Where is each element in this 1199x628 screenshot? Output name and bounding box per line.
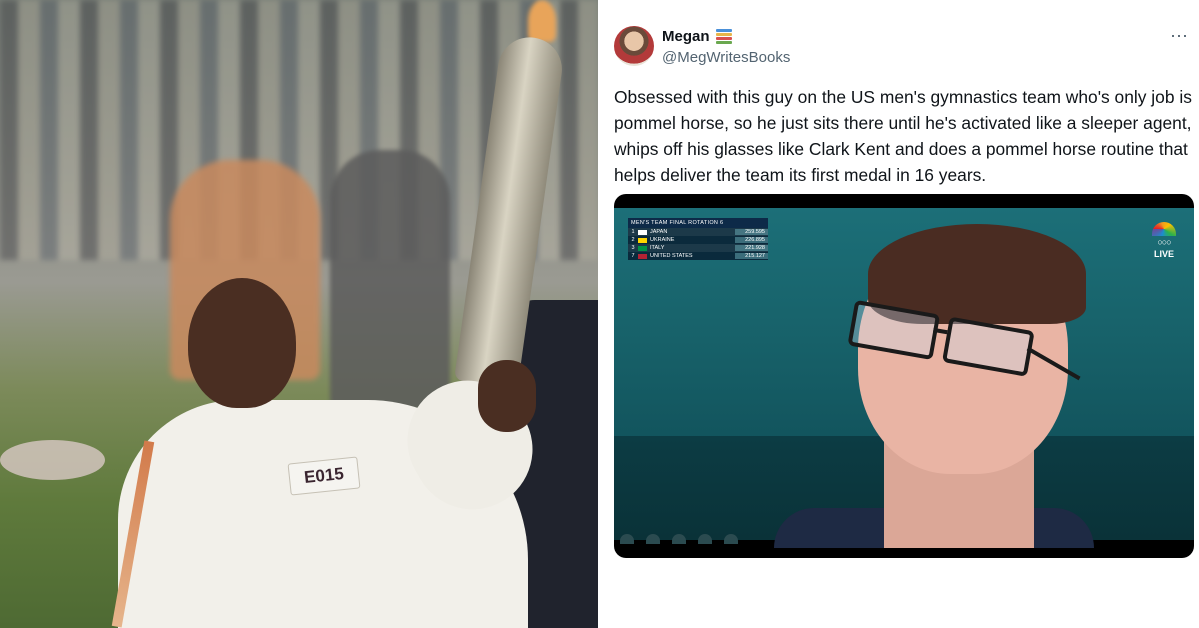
author-row: Megan (662, 28, 732, 45)
scoreboard-row: 7 UNITED STATES 215.127 (628, 252, 768, 260)
flag-icon (638, 237, 647, 243)
scoreboard-rank: 2 (631, 237, 635, 243)
scoreboard-rank: 7 (631, 253, 635, 259)
scoreboard-team: JAPAN (650, 229, 668, 235)
live-label: LIVE (1153, 249, 1174, 259)
tweet-media[interactable]: MEN'S TEAM FINAL ROTATION 6 1 JAPAN 259.59… (614, 194, 1194, 558)
torch-flame (528, 0, 556, 42)
scoreboard-row: 1 JAPAN 259.595 (628, 228, 768, 236)
scoreboard-rank: 1 (631, 229, 635, 235)
tweet-text: Obsessed with this guy on the US men's g… (614, 87, 1192, 185)
olympic-rings-icon: ○○○ (1157, 237, 1171, 247)
scoreboard-score: 259.595 (735, 229, 768, 235)
books-icon (715, 29, 732, 44)
scoreboard-row: 3 ITALY 221.928 (628, 244, 768, 252)
torchbearer-hand (478, 360, 536, 432)
scoreboard-title: MEN'S TEAM FINAL ROTATION 6 (628, 218, 768, 228)
scoreboard-team: UNITED STATES (650, 253, 693, 259)
broadcast-frame: MEN'S TEAM FINAL ROTATION 6 1 JAPAN 259.59… (614, 208, 1194, 548)
more-options-icon[interactable]: ⋯ (1170, 26, 1189, 47)
scoreboard-score: 221.928 (735, 245, 768, 251)
background-person (330, 150, 450, 410)
peacock-icon (1152, 222, 1176, 236)
torch-photo: E015 (0, 0, 598, 628)
scoreboard-rows: 1 JAPAN 259.595 2 UKRAINE 226.895 3 ITALY 221.92… (628, 228, 768, 260)
scoreboard-team: ITALY (650, 245, 665, 251)
flag-icon (638, 245, 647, 251)
scoreboard: MEN'S TEAM FINAL ROTATION 6 1 JAPAN 259.59… (628, 218, 768, 260)
torchbearer-head (188, 278, 296, 408)
author-display-name[interactable]: Megan (662, 28, 710, 45)
flag-icon (638, 253, 647, 259)
scoreboard-rank: 3 (631, 245, 635, 251)
crowd-silhouettes (614, 534, 738, 544)
scoreboard-row: 2 UKRAINE 226.895 (628, 236, 768, 244)
avatar[interactable] (614, 26, 654, 66)
ground-marking (0, 440, 105, 480)
broadcaster-bug: ○○○ LIVE (1152, 222, 1176, 259)
scoreboard-team: UKRAINE (650, 237, 675, 243)
tweet-card: Megan @MegWritesBooks ⋯ Obsessed with th… (598, 0, 1199, 628)
scoreboard-score: 215.127 (735, 253, 768, 259)
scoreboard-score: 226.895 (735, 237, 768, 243)
flag-icon (638, 229, 647, 235)
author-handle[interactable]: @MegWritesBooks (662, 49, 790, 66)
